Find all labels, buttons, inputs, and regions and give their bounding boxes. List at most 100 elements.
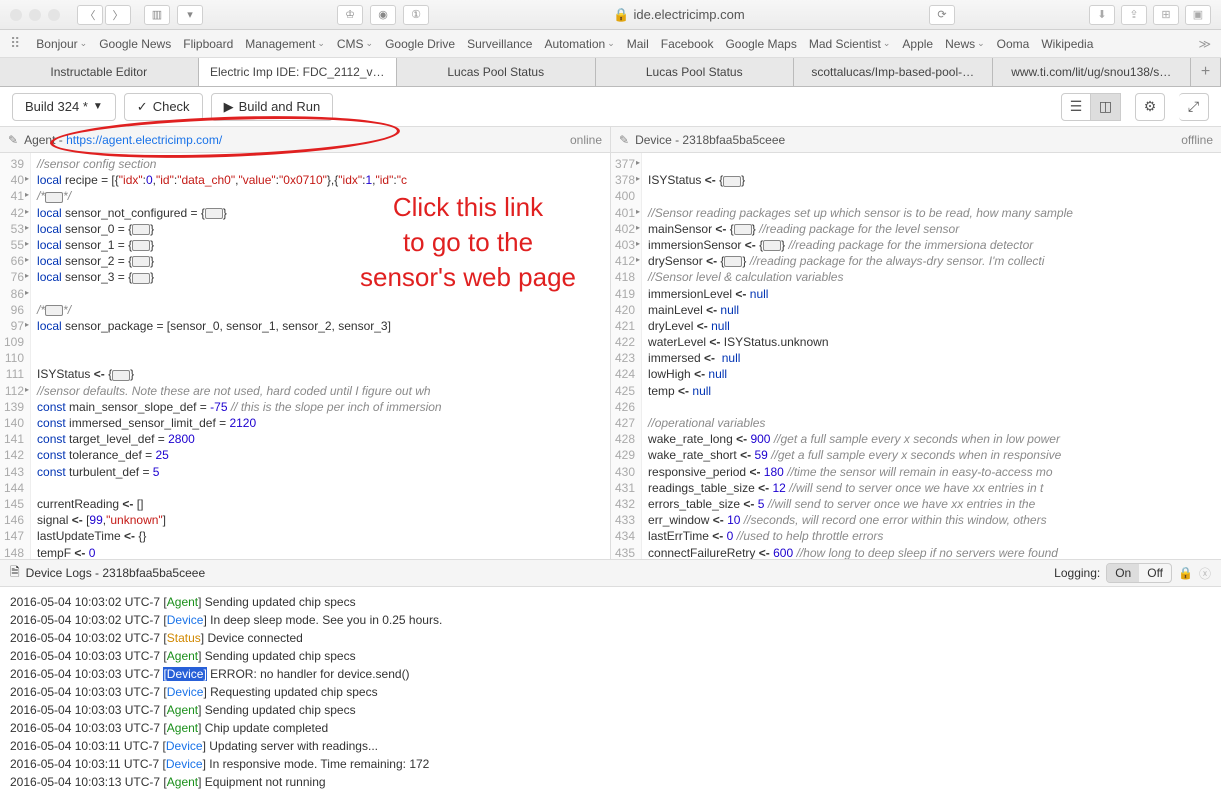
agent-code[interactable]: //sensor config sectionlocal recipe = [{… (31, 153, 610, 559)
chevron-down-icon: ⌄ (977, 38, 985, 49)
log-line: 2016-05-04 10:03:11 UTC-7 [Device] In re… (10, 755, 1211, 773)
bookmark-item[interactable]: Surveillance (467, 37, 532, 51)
device-status: offline (1181, 133, 1213, 147)
bookmark-item[interactable]: CMS⌄ (337, 37, 373, 51)
agent-label: Agent (24, 133, 55, 147)
log-line: 2016-05-04 10:03:02 UTC-7 [Status] Devic… (10, 629, 1211, 647)
check-icon: ✓ (137, 99, 148, 115)
device-label: Device (635, 133, 672, 147)
bookmark-item[interactable]: Management⌄ (245, 37, 325, 51)
bookmarks-overflow-icon[interactable]: ≫ (1198, 37, 1211, 51)
bookmark-item[interactable]: Google News (99, 37, 171, 51)
log-line: 2016-05-04 10:03:03 UTC-7 [Agent] Sendin… (10, 647, 1211, 665)
logging-off[interactable]: Off (1139, 564, 1171, 582)
chevron-down-icon: ⌄ (80, 38, 88, 49)
onepassword-icon[interactable]: ① (403, 5, 429, 25)
browser-tabs: Instructable EditorElectric Imp IDE: FDC… (0, 58, 1221, 87)
address-bar[interactable]: 🔒ide.electricimp.com (436, 7, 922, 23)
browser-tab[interactable]: Lucas Pool Status (596, 58, 795, 86)
bookmark-item[interactable]: Facebook (661, 37, 714, 51)
bookmark-item[interactable]: Bonjour⌄ (36, 37, 87, 51)
bookmark-item[interactable]: Automation⌄ (544, 37, 614, 51)
device-logs[interactable]: 2016-05-04 10:03:02 UTC-7 [Agent] Sendin… (0, 587, 1221, 797)
layout-split-button[interactable]: ◫ (1091, 93, 1121, 121)
browser-tab[interactable]: scottalucas/Imp-based-pool-… (794, 58, 993, 86)
traffic-light-close[interactable] (10, 9, 22, 21)
log-header: 🗎 Device Logs - 2318bfaa5ba5ceee Logging… (0, 559, 1221, 587)
bookmark-item[interactable]: Apple (902, 37, 933, 51)
chevron-down-icon: ▼ (93, 101, 103, 112)
browser-tab[interactable]: www.ti.com/lit/ug/snou138/s… (993, 58, 1192, 86)
bookmark-item[interactable]: Mail (627, 37, 649, 51)
logging-toggle[interactable]: On Off (1106, 563, 1172, 583)
apps-grid-icon[interactable]: ⠿ (10, 35, 20, 52)
log-line: 2016-05-04 10:03:03 UTC-7 [Device] ERROR… (10, 665, 1211, 683)
bookmark-item[interactable]: Google Drive (385, 37, 455, 51)
document-icon: 🗎 (10, 563, 20, 584)
nav-back-button[interactable]: 〈 (77, 5, 103, 25)
bookmarks-bar: ⠿ Bonjour⌄ Google News Flipboard Managem… (0, 30, 1221, 58)
device-pane-header: ✎ Device - 2318bfaa5ba5ceee offline (611, 127, 1221, 153)
bookmark-item[interactable]: Wikipedia (1041, 37, 1093, 51)
device-code[interactable]: ISYStatus <- {} //Sensor reading package… (642, 153, 1221, 559)
layout-single-button[interactable]: ☰ (1061, 93, 1091, 121)
chevron-down-icon: ⌄ (317, 38, 325, 49)
browser-tab[interactable]: Lucas Pool Status (397, 58, 596, 86)
log-line: 2016-05-04 10:03:03 UTC-7 [Agent] Chip u… (10, 719, 1211, 737)
editor-split: ✎ Agent - https://agent.electricimp.com/… (0, 127, 1221, 559)
toolbar-icon[interactable]: ♔ (337, 5, 363, 25)
reload-button[interactable]: ⟳ (929, 5, 955, 25)
bookmark-item[interactable]: News⌄ (945, 37, 985, 51)
pencil-icon[interactable]: ✎ (619, 133, 629, 147)
agent-gutter: 3940▸41▸42▸53▸55▸66▸76▸86▸9697▸109110111… (0, 153, 31, 559)
chevron-down-icon: ⌄ (366, 38, 374, 49)
build-dropdown[interactable]: Build 324 * ▼ (12, 93, 116, 121)
fullscreen-button[interactable]: ⤢ (1179, 93, 1209, 121)
play-icon: ▶ (224, 99, 234, 115)
traffic-light-min[interactable] (29, 9, 41, 21)
device-id: 2318bfaa5ba5ceee (682, 133, 785, 147)
nav-fwd-button[interactable]: 〉 (105, 5, 131, 25)
lock-icon[interactable]: 🔒 (1178, 566, 1193, 580)
agent-pane-header: ✎ Agent - https://agent.electricimp.com/… (0, 127, 610, 153)
device-pane: ✎ Device - 2318bfaa5ba5ceee offline 377▸… (611, 127, 1221, 559)
log-line: 2016-05-04 10:03:03 UTC-7 [Agent] Sendin… (10, 701, 1211, 719)
log-line: 2016-05-04 10:03:03 UTC-7 [Device] Reque… (10, 683, 1211, 701)
bookmark-item[interactable]: Flipboard (183, 37, 233, 51)
logging-on[interactable]: On (1107, 564, 1139, 582)
pencil-icon[interactable]: ✎ (8, 133, 18, 147)
traffic-light-max[interactable] (48, 9, 60, 21)
browser-tab[interactable]: Instructable Editor (0, 58, 199, 86)
build-run-button[interactable]: ▶Build and Run (211, 93, 334, 121)
evernote-icon[interactable]: ◉ (370, 5, 396, 25)
download-icon[interactable]: ⬇ (1089, 5, 1115, 25)
agent-url-link[interactable]: https://agent.electricimp.com/ (66, 133, 222, 147)
close-logs-icon[interactable]: ⓧ (1199, 565, 1211, 582)
new-tab-icon[interactable]: ⊞ (1153, 5, 1179, 25)
ide-toolbar: Build 324 * ▼ ✓Check ▶Build and Run ☰ ◫ … (0, 87, 1221, 127)
logging-label: Logging: (1054, 566, 1100, 580)
check-button[interactable]: ✓Check (124, 93, 203, 121)
log-title: Device Logs - 2318bfaa5ba5ceee (26, 566, 205, 580)
bookmark-item[interactable]: Ooma (997, 37, 1030, 51)
log-line: 2016-05-04 10:03:11 UTC-7 [Device] Updat… (10, 737, 1211, 755)
new-tab-button[interactable]: + (1191, 58, 1221, 86)
window-titlebar: 〈 〉 ▥ ▾ ♔ ◉ ① 🔒ide.electricimp.com ⟳ ⬇ ⇪… (0, 0, 1221, 30)
bookmark-item[interactable]: Google Maps (725, 37, 796, 51)
share-icon[interactable]: ⇪ (1121, 5, 1147, 25)
log-line: 2016-05-04 10:03:02 UTC-7 [Agent] Sendin… (10, 593, 1211, 611)
sidebar-toggle-button[interactable]: ▥ (144, 5, 170, 25)
tab-expose-icon[interactable]: ▣ (1185, 5, 1211, 25)
bookmark-item[interactable]: Mad Scientist⌄ (809, 37, 891, 51)
log-line: 2016-05-04 10:03:13 UTC-7 [Agent] Equipm… (10, 773, 1211, 791)
lock-icon: 🔒 (613, 7, 629, 22)
log-line: 2016-05-04 10:03:02 UTC-7 [Device] In de… (10, 611, 1211, 629)
chevron-down-icon: ⌄ (607, 38, 615, 49)
browser-tab[interactable]: Electric Imp IDE: FDC_2112_v… (199, 58, 398, 86)
settings-button[interactable]: ⚙ (1135, 93, 1165, 121)
agent-status: online (570, 133, 602, 147)
agent-pane: ✎ Agent - https://agent.electricimp.com/… (0, 127, 611, 559)
device-gutter: 377▸378▸400401▸402▸403▸412▸4184194204214… (611, 153, 642, 559)
tabs-overview-button[interactable]: ▾ (177, 5, 203, 25)
chevron-down-icon: ⌄ (883, 38, 891, 49)
